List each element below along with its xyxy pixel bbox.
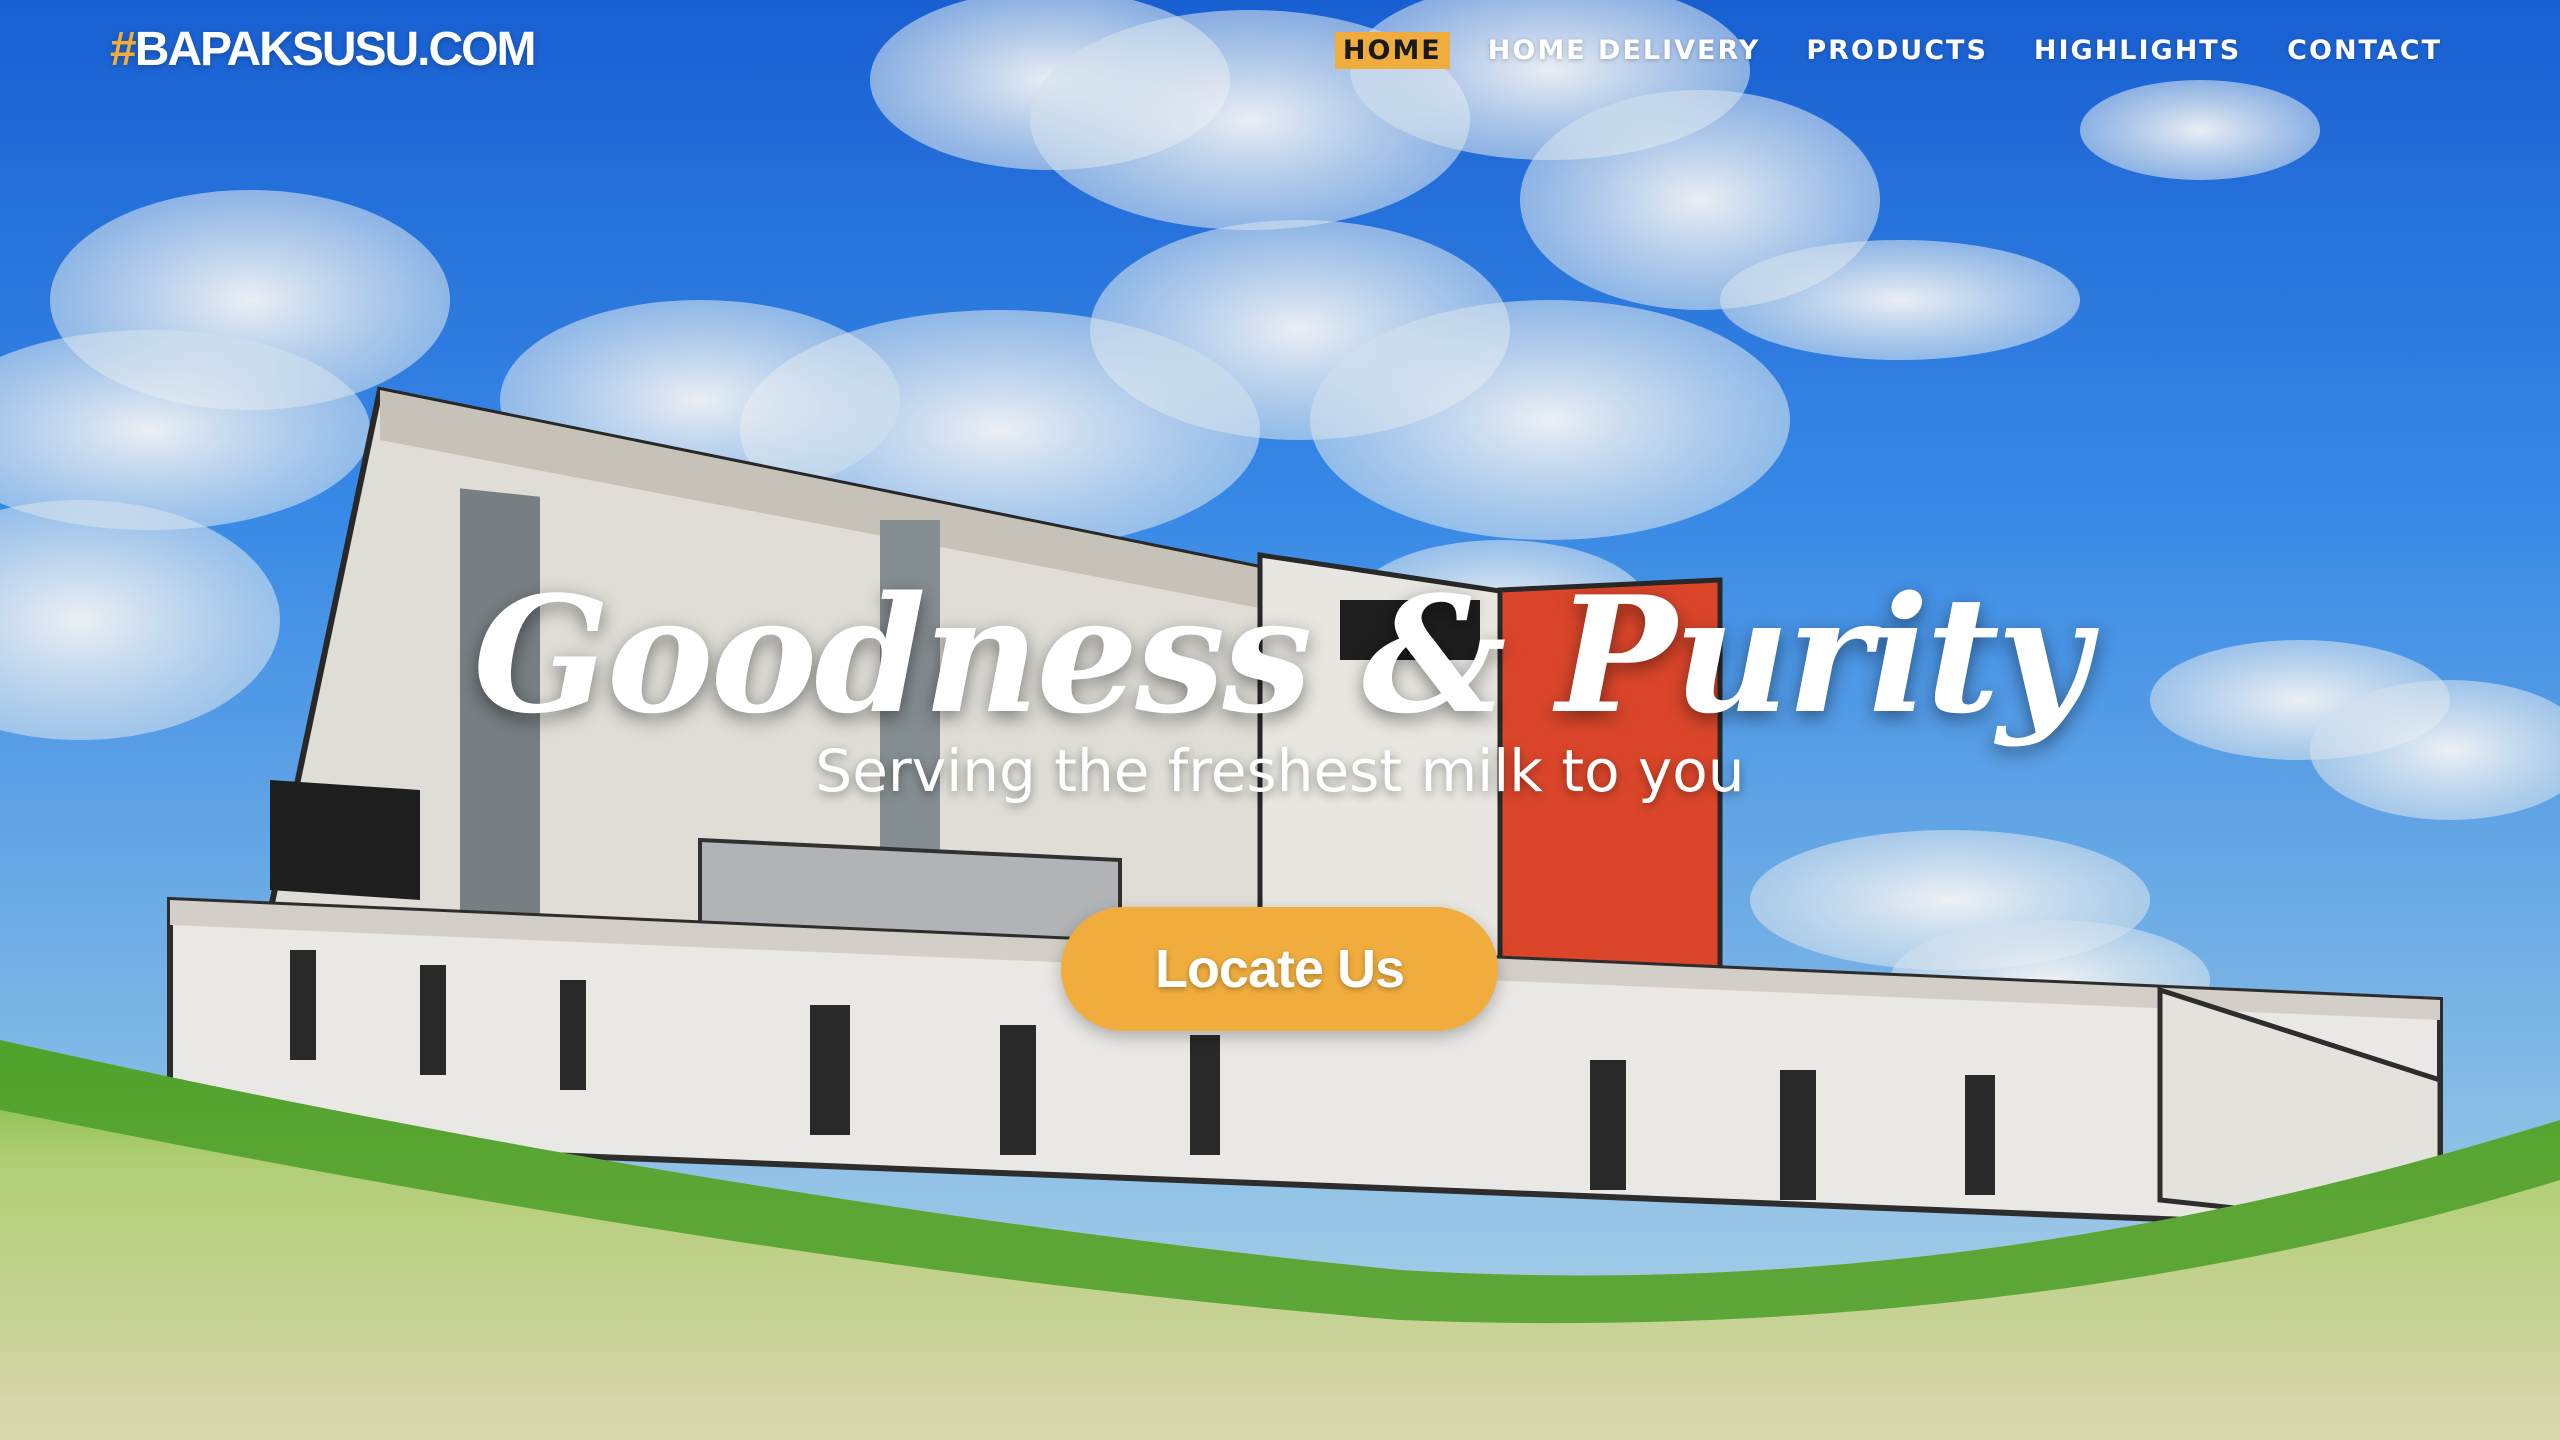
top-navbar: #BAPAKSUSU.COM HOME HOME DELIVERY PRODUC…: [0, 0, 2560, 105]
nav-item-home[interactable]: HOME: [1334, 32, 1450, 69]
hero-title: Goodness & Purity: [473, 561, 2090, 749]
nav-item-home-delivery[interactable]: HOME DELIVERY: [1480, 32, 1769, 69]
hero-section: #BAPAKSUSU.COM HOME HOME DELIVERY PRODUC…: [0, 0, 2560, 1440]
nav-item-products[interactable]: PRODUCTS: [1798, 32, 1996, 69]
nav-links: HOME HOME DELIVERY PRODUCTS HIGHLIGHTS C…: [1334, 32, 2450, 69]
locate-us-button[interactable]: Locate Us: [1061, 907, 1498, 1031]
nav-item-highlights[interactable]: HIGHLIGHTS: [2026, 32, 2249, 69]
hero-content: Goodness & Purity Serving the freshest m…: [0, 560, 2560, 806]
nav-item-contact[interactable]: CONTACT: [2279, 32, 2450, 69]
brand-logo[interactable]: #BAPAKSUSU.COM: [110, 22, 537, 77]
brand-name: BAPAKSUSU.COM: [134, 23, 537, 76]
hero-subtitle: Serving the freshest milk to you: [815, 737, 1745, 805]
brand-hash: #: [110, 23, 137, 76]
